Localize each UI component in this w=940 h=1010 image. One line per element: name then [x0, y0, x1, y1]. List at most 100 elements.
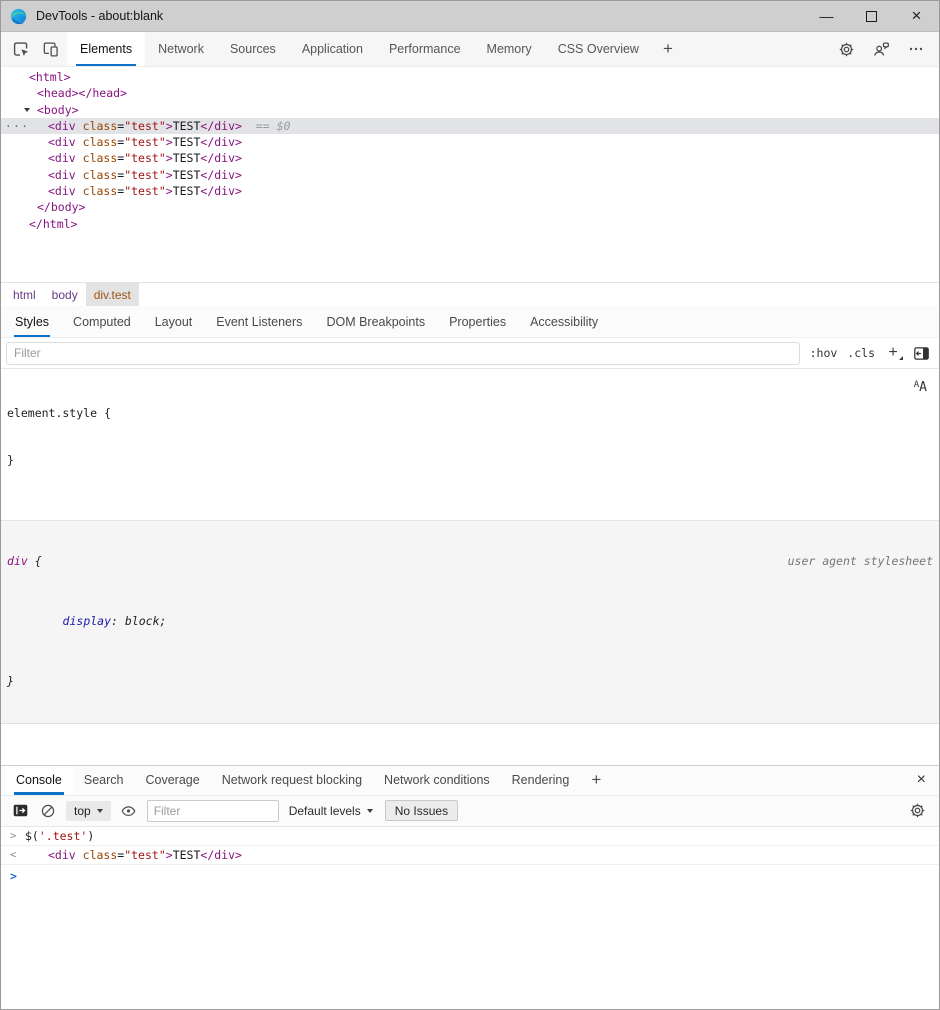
tab-accessibility[interactable]: Accessibility [518, 306, 610, 337]
code-token-tag: </div> [200, 848, 242, 862]
maximize-button[interactable] [849, 1, 894, 31]
elements-tree: <html><head></head> <body>... <div class="… [1, 67, 939, 282]
code-token-tag: <div [48, 151, 76, 165]
tree-row[interactable]: <body> [1, 102, 939, 118]
styles-tab-strip: StylesComputedLayoutEvent ListenersDOM B… [1, 306, 939, 338]
tab-layout[interactable]: Layout [143, 306, 205, 337]
settings-gear-icon[interactable] [833, 36, 859, 62]
tab-coverage[interactable]: Coverage [134, 766, 210, 795]
tree-row[interactable]: <div class="test">TEST</div> [1, 183, 939, 199]
more-drawer-tools-button[interactable]: + [580, 766, 612, 795]
tree-row[interactable]: <div class="test">TEST</div> [1, 134, 939, 150]
code-token-plain: ) [87, 829, 94, 843]
tree-row[interactable]: </html> [1, 216, 939, 232]
code-token-attr: class [83, 135, 118, 149]
element-style-rule[interactable]: element.style { } AA [1, 369, 939, 521]
code-token-tag: <div [48, 184, 76, 198]
breadcrumb-body[interactable]: body [44, 283, 86, 306]
console-empty-area[interactable] [1, 874, 939, 1010]
font-size-icon[interactable]: AA [914, 381, 927, 394]
tab-console[interactable]: Console [5, 766, 73, 795]
log-levels-dropdown[interactable]: Default levels [289, 804, 373, 818]
styles-filter-bar: :hov .cls + [1, 338, 939, 369]
ua-rule-declaration: display: block; [7, 599, 933, 644]
tree-row[interactable]: </body> [1, 199, 939, 215]
console-message-text: $('.test') [25, 829, 94, 843]
computed-sidebar-toggle-icon[interactable] [911, 343, 931, 363]
tab-performance[interactable]: Performance [376, 32, 474, 66]
breadcrumb-div-test[interactable]: div.test [86, 283, 139, 306]
console-result-row: <<div class="test">TEST</div> [1, 846, 939, 865]
console-filter-input[interactable] [147, 800, 279, 822]
tab-search[interactable]: Search [73, 766, 135, 795]
tab-network[interactable]: Network [145, 32, 217, 66]
edge-logo-icon [10, 8, 27, 25]
stylesheet-origin: user agent stylesheet [788, 554, 933, 569]
breadcrumb-html[interactable]: html [5, 283, 44, 306]
code-token-tag: > [166, 168, 173, 182]
tree-row[interactable]: <html> [1, 69, 939, 85]
tab-computed[interactable]: Computed [61, 306, 143, 337]
code-token-str: '.test' [39, 829, 87, 843]
inspect-element-icon[interactable] [8, 36, 34, 62]
maximize-icon [866, 11, 877, 22]
styles-filter-input[interactable] [6, 342, 800, 365]
code-token-tag: <div [48, 848, 76, 862]
pseudo-state-toggle[interactable]: :hov [810, 346, 838, 360]
tab-rendering[interactable]: Rendering [501, 766, 581, 795]
tab-memory[interactable]: Memory [474, 32, 545, 66]
code-token-str: "test" [124, 119, 166, 133]
console-input-row: >$('.test') [1, 827, 939, 846]
console-sidebar-icon[interactable] [10, 801, 30, 821]
tab-css-overview[interactable]: CSS Overview [545, 32, 652, 66]
tab-properties[interactable]: Properties [437, 306, 518, 337]
more-tabs-button[interactable]: + [652, 32, 684, 66]
tab-network-request-blocking[interactable]: Network request blocking [211, 766, 373, 795]
code-token-tag: </div> [200, 119, 242, 133]
tab-elements[interactable]: Elements [67, 32, 145, 66]
expander-triangle-icon[interactable] [24, 108, 30, 112]
code-token-tag: > [166, 184, 173, 198]
chevron-down-icon [367, 809, 373, 813]
tab-styles[interactable]: Styles [3, 306, 61, 337]
tree-row[interactable]: <head></head> [1, 85, 939, 101]
new-style-rule-button[interactable]: + [885, 344, 901, 362]
code-token-str: "test" [124, 184, 166, 198]
code-token-plain [76, 135, 83, 149]
code-token-tag: <body> [37, 103, 79, 117]
feedback-icon[interactable] [868, 36, 894, 62]
issues-counter-badge[interactable]: No Issues [385, 800, 458, 821]
element-style-open: element.style { [7, 406, 933, 422]
ua-rule-selector-line: div { user agent stylesheet [7, 554, 933, 569]
code-token-tag: <div [48, 119, 76, 133]
close-drawer-button[interactable]: × [917, 766, 926, 795]
tab-network-conditions[interactable]: Network conditions [373, 766, 501, 795]
tree-row-selected[interactable]: ...<div class="test">TEST</div> == $0 [1, 118, 939, 134]
code-token-attr: class [83, 168, 118, 182]
code-token-plain [76, 848, 83, 862]
more-menu-icon[interactable] [903, 36, 929, 62]
device-toolbar-icon[interactable] [37, 36, 63, 62]
console-toolbar: top Default levels No Issues [1, 796, 939, 827]
tab-application[interactable]: Application [289, 32, 376, 66]
code-token-attr: class [83, 119, 118, 133]
close-button[interactable]: × [894, 1, 939, 31]
console-prompt-row[interactable]: > [1, 865, 939, 874]
clear-console-icon[interactable] [38, 801, 58, 821]
tree-row[interactable]: <div class="test">TEST</div> [1, 150, 939, 166]
console-settings-gear-icon[interactable] [904, 798, 930, 824]
element-class-toggle[interactable]: .cls [847, 346, 875, 360]
row-adorner-dots[interactable]: ... [5, 116, 29, 132]
toolbar-right-icons [833, 32, 939, 66]
execution-context-selector[interactable]: top [66, 801, 111, 821]
user-agent-rule[interactable]: div { user agent stylesheet display: blo… [1, 521, 939, 724]
console-log: >$('.test')<<div class="test">TEST</div>… [1, 827, 939, 874]
main-tab-strip: ElementsNetworkSourcesApplicationPerform… [67, 32, 652, 66]
tab-event-listeners[interactable]: Event Listeners [204, 306, 314, 337]
tree-row[interactable]: <div class="test">TEST</div> [1, 167, 939, 183]
minimize-button[interactable]: — [804, 1, 849, 31]
live-expression-eye-icon[interactable] [119, 801, 139, 821]
tab-sources[interactable]: Sources [217, 32, 289, 66]
tab-dom-breakpoints[interactable]: DOM Breakpoints [314, 306, 437, 337]
code-token-plain [76, 119, 83, 133]
